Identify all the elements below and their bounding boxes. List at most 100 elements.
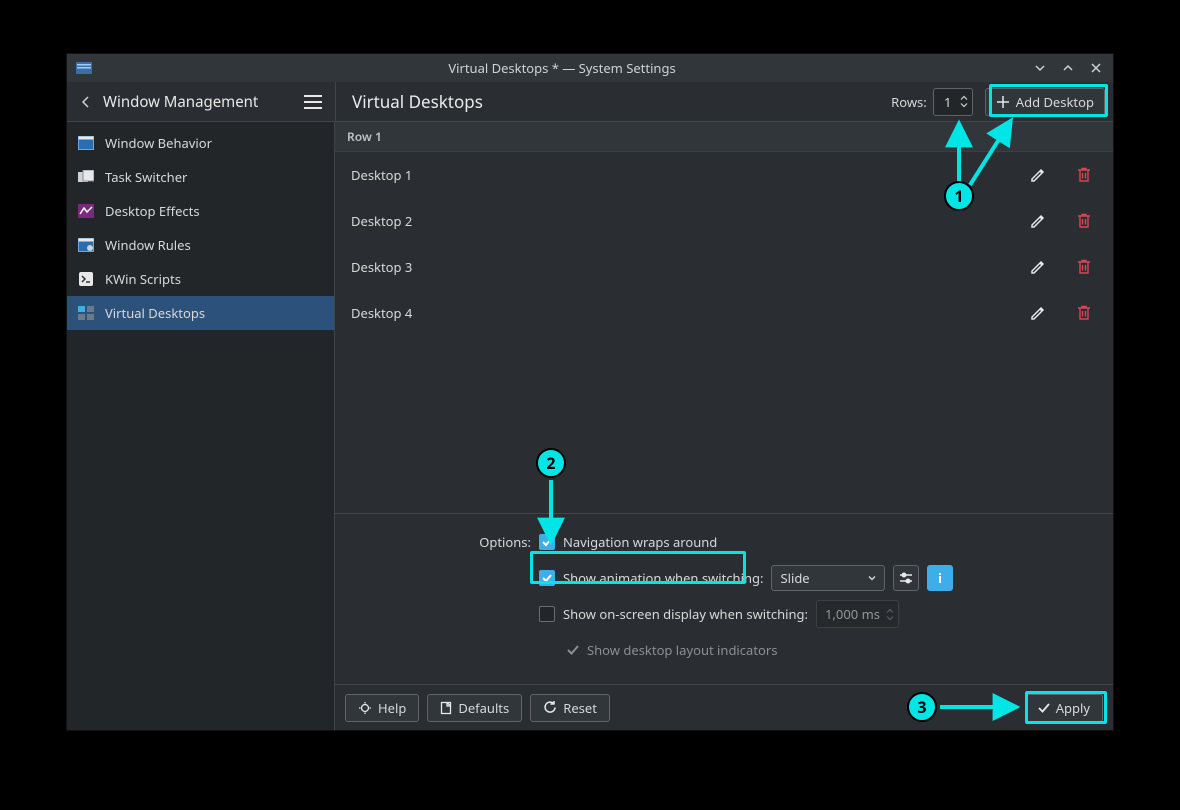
desktop-row: Desktop 1 — [335, 152, 1113, 198]
desktop-row: Desktop 2 — [335, 198, 1113, 244]
main-pane: Row 1 Desktop 1 Desktop 2 — [335, 122, 1113, 730]
options-panel: Options: Navigation wraps around Show an… — [335, 513, 1113, 684]
delete-button[interactable] — [1071, 300, 1097, 326]
rename-button[interactable] — [1025, 162, 1051, 188]
back-button[interactable]: Window Management — [73, 90, 299, 114]
task-switcher-icon — [77, 168, 95, 186]
desktop-row: Desktop 4 — [335, 290, 1113, 336]
rename-button[interactable] — [1025, 300, 1051, 326]
add-desktop-button[interactable]: Add Desktop — [985, 88, 1105, 116]
show-layout-label: Show desktop layout indicators — [587, 641, 777, 659]
reset-label: Reset — [563, 699, 597, 717]
rows-value: 1 — [942, 93, 954, 111]
chevron-up-icon — [886, 608, 894, 614]
pencil-icon — [1030, 167, 1046, 183]
show-anim-checkbox[interactable] — [539, 570, 555, 586]
chevron-left-icon — [77, 93, 95, 111]
delete-button[interactable] — [1071, 254, 1097, 280]
check-icon — [567, 644, 579, 656]
configure-animation-button[interactable] — [893, 565, 919, 591]
minimize-icon[interactable] — [1031, 61, 1049, 75]
sidebar-item-label: KWin Scripts — [105, 270, 181, 288]
animation-select-value: Slide — [780, 569, 809, 587]
desktop-name: Desktop 3 — [351, 258, 1025, 276]
trash-icon — [1077, 259, 1091, 275]
info-icon — [934, 572, 946, 584]
settings-window: Virtual Desktops * — System Settings Win… — [66, 53, 1114, 731]
apply-label: Apply — [1056, 699, 1090, 717]
window-icon — [77, 134, 95, 152]
show-osd-label: Show on-screen display when switching: — [563, 605, 808, 623]
trash-icon — [1077, 305, 1091, 321]
check-icon — [1038, 702, 1050, 714]
animation-select[interactable]: Slide — [771, 565, 885, 591]
rename-button[interactable] — [1025, 208, 1051, 234]
osd-duration-spinbox: 1,000 ms — [816, 600, 899, 628]
sidebar-item-virtual-desktops[interactable]: Virtual Desktops — [67, 296, 334, 330]
trash-icon — [1077, 213, 1091, 229]
back-label: Window Management — [103, 92, 258, 112]
desktop-name: Desktop 1 — [351, 166, 1025, 184]
hamburger-menu[interactable] — [299, 88, 327, 116]
sidebar-item-label: Window Rules — [105, 236, 191, 254]
delete-button[interactable] — [1071, 162, 1097, 188]
footer: Help Defaults Reset Apply — [335, 684, 1113, 730]
desktop-row: Desktop 3 — [335, 244, 1113, 290]
help-icon — [358, 701, 372, 715]
sidebar-item-window-behavior[interactable]: Window Behavior — [67, 126, 334, 160]
nav-wraps-checkbox[interactable] — [539, 534, 555, 550]
help-label: Help — [378, 699, 406, 717]
pencil-icon — [1030, 213, 1046, 229]
effects-icon — [77, 202, 95, 220]
chevron-down-icon — [886, 615, 894, 621]
sidebar: Window Behavior Task Switcher Desktop Ef… — [67, 122, 335, 730]
defaults-button[interactable]: Defaults — [427, 694, 522, 722]
virtual-desktops-icon — [77, 304, 95, 322]
sliders-icon — [899, 572, 913, 584]
header: Window Management Virtual Desktops Rows:… — [67, 82, 1113, 122]
sidebar-item-label: Window Behavior — [105, 134, 212, 152]
chevron-down-icon — [868, 575, 876, 581]
rows-spinbox[interactable]: 1 — [933, 88, 973, 116]
defaults-label: Defaults — [458, 699, 509, 717]
window-rules-icon — [77, 236, 95, 254]
show-osd-checkbox[interactable] — [539, 606, 555, 622]
delete-button[interactable] — [1071, 208, 1097, 234]
help-button[interactable]: Help — [345, 694, 419, 722]
desktops-list: Row 1 Desktop 1 Desktop 2 — [335, 122, 1113, 513]
desktop-name: Desktop 2 — [351, 212, 1025, 230]
rename-button[interactable] — [1025, 254, 1051, 280]
script-icon — [77, 270, 95, 288]
add-desktop-label: Add Desktop — [1016, 93, 1094, 111]
window-title: Virtual Desktops * — System Settings — [93, 59, 1031, 77]
app-icon — [75, 62, 93, 74]
options-label: Options: — [345, 533, 539, 551]
osd-duration-value: 1,000 ms — [825, 605, 880, 623]
reset-button[interactable]: Reset — [530, 694, 610, 722]
row-header: Row 1 — [335, 122, 1113, 152]
sidebar-item-label: Virtual Desktops — [105, 304, 205, 322]
show-anim-label: Show animation when switching: — [563, 569, 763, 587]
apply-button[interactable]: Apply — [1025, 694, 1103, 722]
reset-icon — [543, 701, 557, 715]
nav-wraps-label: Navigation wraps around — [563, 533, 717, 551]
pencil-icon — [1030, 259, 1046, 275]
sidebar-item-label: Desktop Effects — [105, 202, 200, 220]
sidebar-item-kwin-scripts[interactable]: KWin Scripts — [67, 262, 334, 296]
sidebar-item-desktop-effects[interactable]: Desktop Effects — [67, 194, 334, 228]
defaults-icon — [440, 701, 452, 715]
titlebar: Virtual Desktops * — System Settings — [67, 54, 1113, 82]
desktop-name: Desktop 4 — [351, 304, 1025, 322]
maximize-icon[interactable] — [1059, 61, 1077, 75]
rows-label: Rows: — [891, 93, 927, 111]
sidebar-item-window-rules[interactable]: Window Rules — [67, 228, 334, 262]
animation-info-button[interactable] — [927, 565, 953, 591]
pencil-icon — [1030, 305, 1046, 321]
sidebar-item-task-switcher[interactable]: Task Switcher — [67, 160, 334, 194]
trash-icon — [1077, 167, 1091, 183]
chevron-down-icon[interactable] — [960, 102, 968, 108]
sidebar-item-label: Task Switcher — [105, 168, 187, 186]
chevron-up-icon[interactable] — [960, 95, 968, 101]
plus-icon — [996, 95, 1010, 109]
close-icon[interactable] — [1087, 61, 1105, 75]
